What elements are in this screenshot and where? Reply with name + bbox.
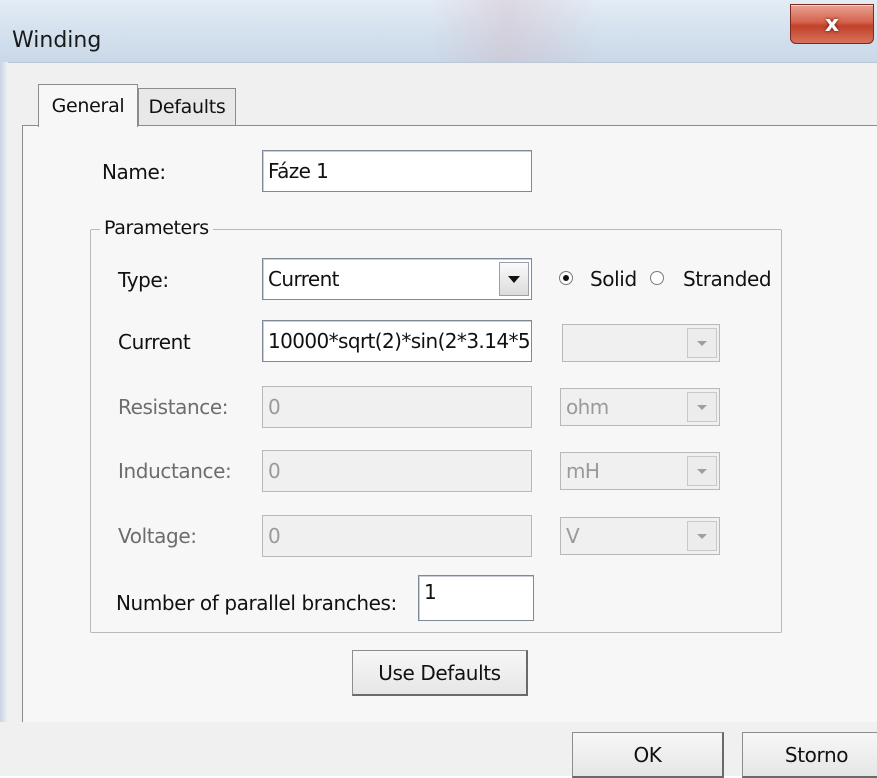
tab-defaults[interactable]: Defaults [138, 88, 236, 125]
resistance-unit-value: ohm [566, 395, 609, 419]
voltage-value: 0 [268, 524, 281, 548]
current-unit-dropdown-button[interactable] [687, 328, 717, 358]
parallel-branches-input[interactable]: 1 [418, 575, 534, 621]
chevron-down-icon [508, 275, 520, 283]
cancel-button[interactable]: Storno [742, 732, 877, 778]
chevron-down-icon [697, 533, 707, 539]
type-value: Current [268, 267, 340, 291]
current-value: 10000*sqrt(2)*sin(2*3.14*50 [268, 329, 532, 353]
current-input[interactable]: 10000*sqrt(2)*sin(2*3.14*50 [262, 320, 532, 362]
close-button[interactable]: x [790, 4, 874, 44]
name-label: Name: [102, 160, 166, 184]
inductance-value: 0 [268, 459, 281, 483]
voltage-unit-select[interactable]: V [560, 517, 720, 555]
stranded-label: Stranded [683, 267, 772, 291]
resistance-value: 0 [268, 395, 281, 419]
voltage-unit-dropdown-button[interactable] [687, 521, 717, 551]
parameters-group-label: Parameters [100, 217, 213, 239]
ok-button[interactable]: OK [572, 732, 724, 778]
inductance-unit-dropdown-button[interactable] [687, 456, 717, 486]
use-defaults-button[interactable]: Use Defaults [352, 650, 528, 696]
chevron-down-icon [697, 404, 707, 410]
title-bar[interactable]: Winding x [0, 0, 877, 63]
inductance-label: Inductance: [118, 459, 232, 483]
current-unit-select[interactable] [562, 324, 720, 362]
inductance-input[interactable]: 0 [262, 450, 532, 492]
name-input[interactable]: Fáze 1 [262, 150, 532, 192]
voltage-input[interactable]: 0 [262, 515, 532, 557]
chevron-down-icon [697, 340, 707, 346]
solid-radio[interactable] [559, 271, 573, 285]
parallel-branches-label: Number of parallel branches: [116, 591, 397, 615]
window-title: Winding [12, 28, 102, 53]
type-label: Type: [118, 268, 169, 292]
resistance-unit-dropdown-button[interactable] [687, 392, 717, 422]
inductance-unit-select[interactable]: mH [560, 452, 720, 490]
voltage-label: Voltage: [118, 524, 197, 548]
winding-dialog: Winding x General Defaults Name: Fáze 1 … [0, 0, 877, 778]
solid-label: Solid [590, 267, 637, 291]
type-select[interactable]: Current [262, 258, 532, 300]
resistance-unit-select[interactable]: ohm [560, 388, 720, 426]
voltage-unit-value: V [566, 524, 580, 548]
inductance-unit-value: mH [566, 459, 600, 483]
type-dropdown-button[interactable] [499, 262, 529, 296]
name-value: Fáze 1 [268, 159, 329, 183]
chevron-down-icon [697, 468, 707, 474]
stranded-radio[interactable] [650, 271, 664, 285]
parallel-branches-value: 1 [424, 580, 437, 604]
window-left-edge [0, 62, 8, 776]
close-icon: x [824, 11, 840, 37]
tab-general[interactable]: General [38, 84, 138, 127]
resistance-label: Resistance: [118, 395, 229, 419]
resistance-input[interactable]: 0 [262, 386, 532, 428]
current-label: Current [118, 330, 191, 354]
